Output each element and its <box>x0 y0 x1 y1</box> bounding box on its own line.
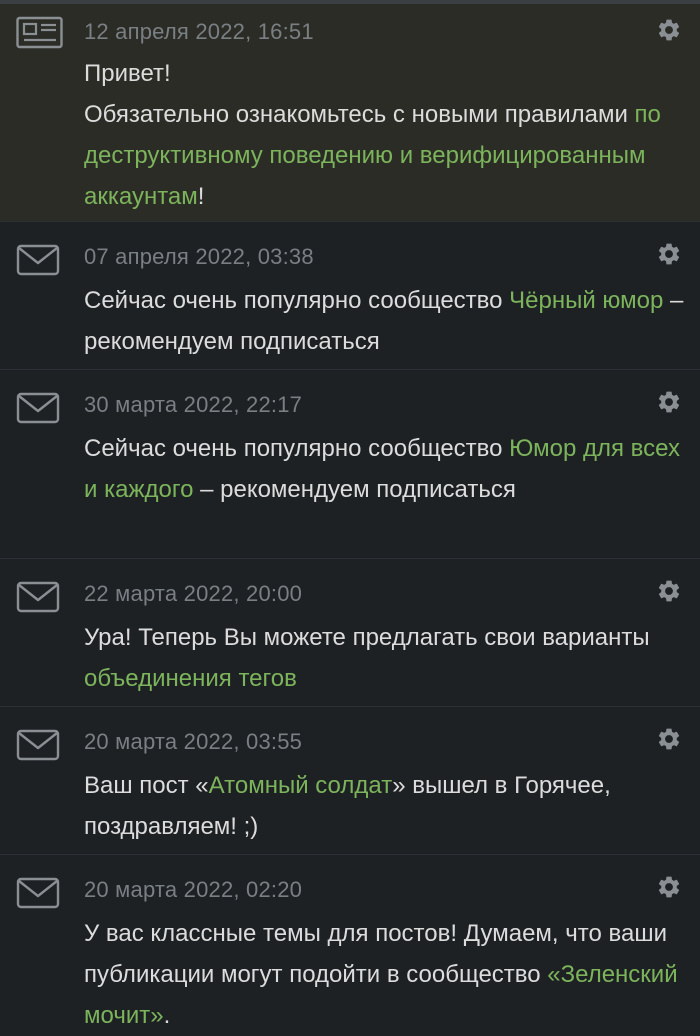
envelope-icon <box>16 581 60 615</box>
newspaper-icon <box>16 16 63 50</box>
notification-date: 20 марта 2022, 03:55 <box>84 729 303 754</box>
envelope-icon <box>16 877 60 911</box>
tags-merge-link[interactable]: объединения тегов <box>84 665 297 692</box>
gear-icon[interactable] <box>656 874 682 900</box>
notification-item: 30 марта 2022, 22:17 Сейчас очень популя… <box>0 370 700 559</box>
notification-text: Привет! Обязательно ознакомьтесь с новым… <box>84 53 684 217</box>
notification-item: 20 марта 2022, 03:55 Ваш пост «Атомный с… <box>0 707 700 855</box>
gear-icon[interactable] <box>656 389 682 415</box>
notification-text: Ура! Теперь Вы можете предлагать свои ва… <box>84 624 650 692</box>
notification-date: 20 марта 2022, 02:20 <box>84 877 303 902</box>
notification-date: 22 марта 2022, 20:00 <box>84 581 303 606</box>
notification-date: 12 апреля 2022, 16:51 <box>84 19 314 44</box>
notification-item: 20 марта 2022, 02:20 У вас классные темы… <box>0 855 700 1035</box>
gear-icon[interactable] <box>656 578 682 604</box>
notifications-feed: 12 апреля 2022, 16:51 Привет! Обязательн… <box>0 4 700 1035</box>
notification-item: 12 апреля 2022, 16:51 Привет! Обязательн… <box>0 4 700 222</box>
notification-item: 22 марта 2022, 20:00 Ура! Теперь Вы може… <box>0 559 700 707</box>
notification-text: Сейчас очень популярно сообщество Чёрный… <box>84 287 684 355</box>
notification-text: Сейчас очень популярно сообщество Юмор д… <box>84 435 680 503</box>
notification-date: 07 апреля 2022, 03:38 <box>84 244 314 269</box>
notification-item: 07 апреля 2022, 03:38 Сейчас очень попул… <box>0 222 700 370</box>
notification-text: Ваш пост «Атомный солдат» вышел в Горяче… <box>84 772 611 840</box>
envelope-icon <box>16 729 60 763</box>
gear-icon[interactable] <box>656 726 682 752</box>
notification-message: Обязательно ознакомьтесь с новыми правил… <box>84 101 661 210</box>
community-link[interactable]: Чёрный юмор <box>509 287 663 314</box>
greeting-text: Привет! <box>84 60 171 87</box>
envelope-icon <box>16 244 60 278</box>
notification-text: У вас классные темы для постов! Думаем, … <box>84 920 678 1029</box>
post-link[interactable]: Атомный солдат <box>209 772 393 799</box>
gear-icon[interactable] <box>656 241 682 267</box>
gear-icon[interactable] <box>656 17 682 43</box>
envelope-icon <box>16 392 60 426</box>
notification-date: 30 марта 2022, 22:17 <box>84 392 303 417</box>
